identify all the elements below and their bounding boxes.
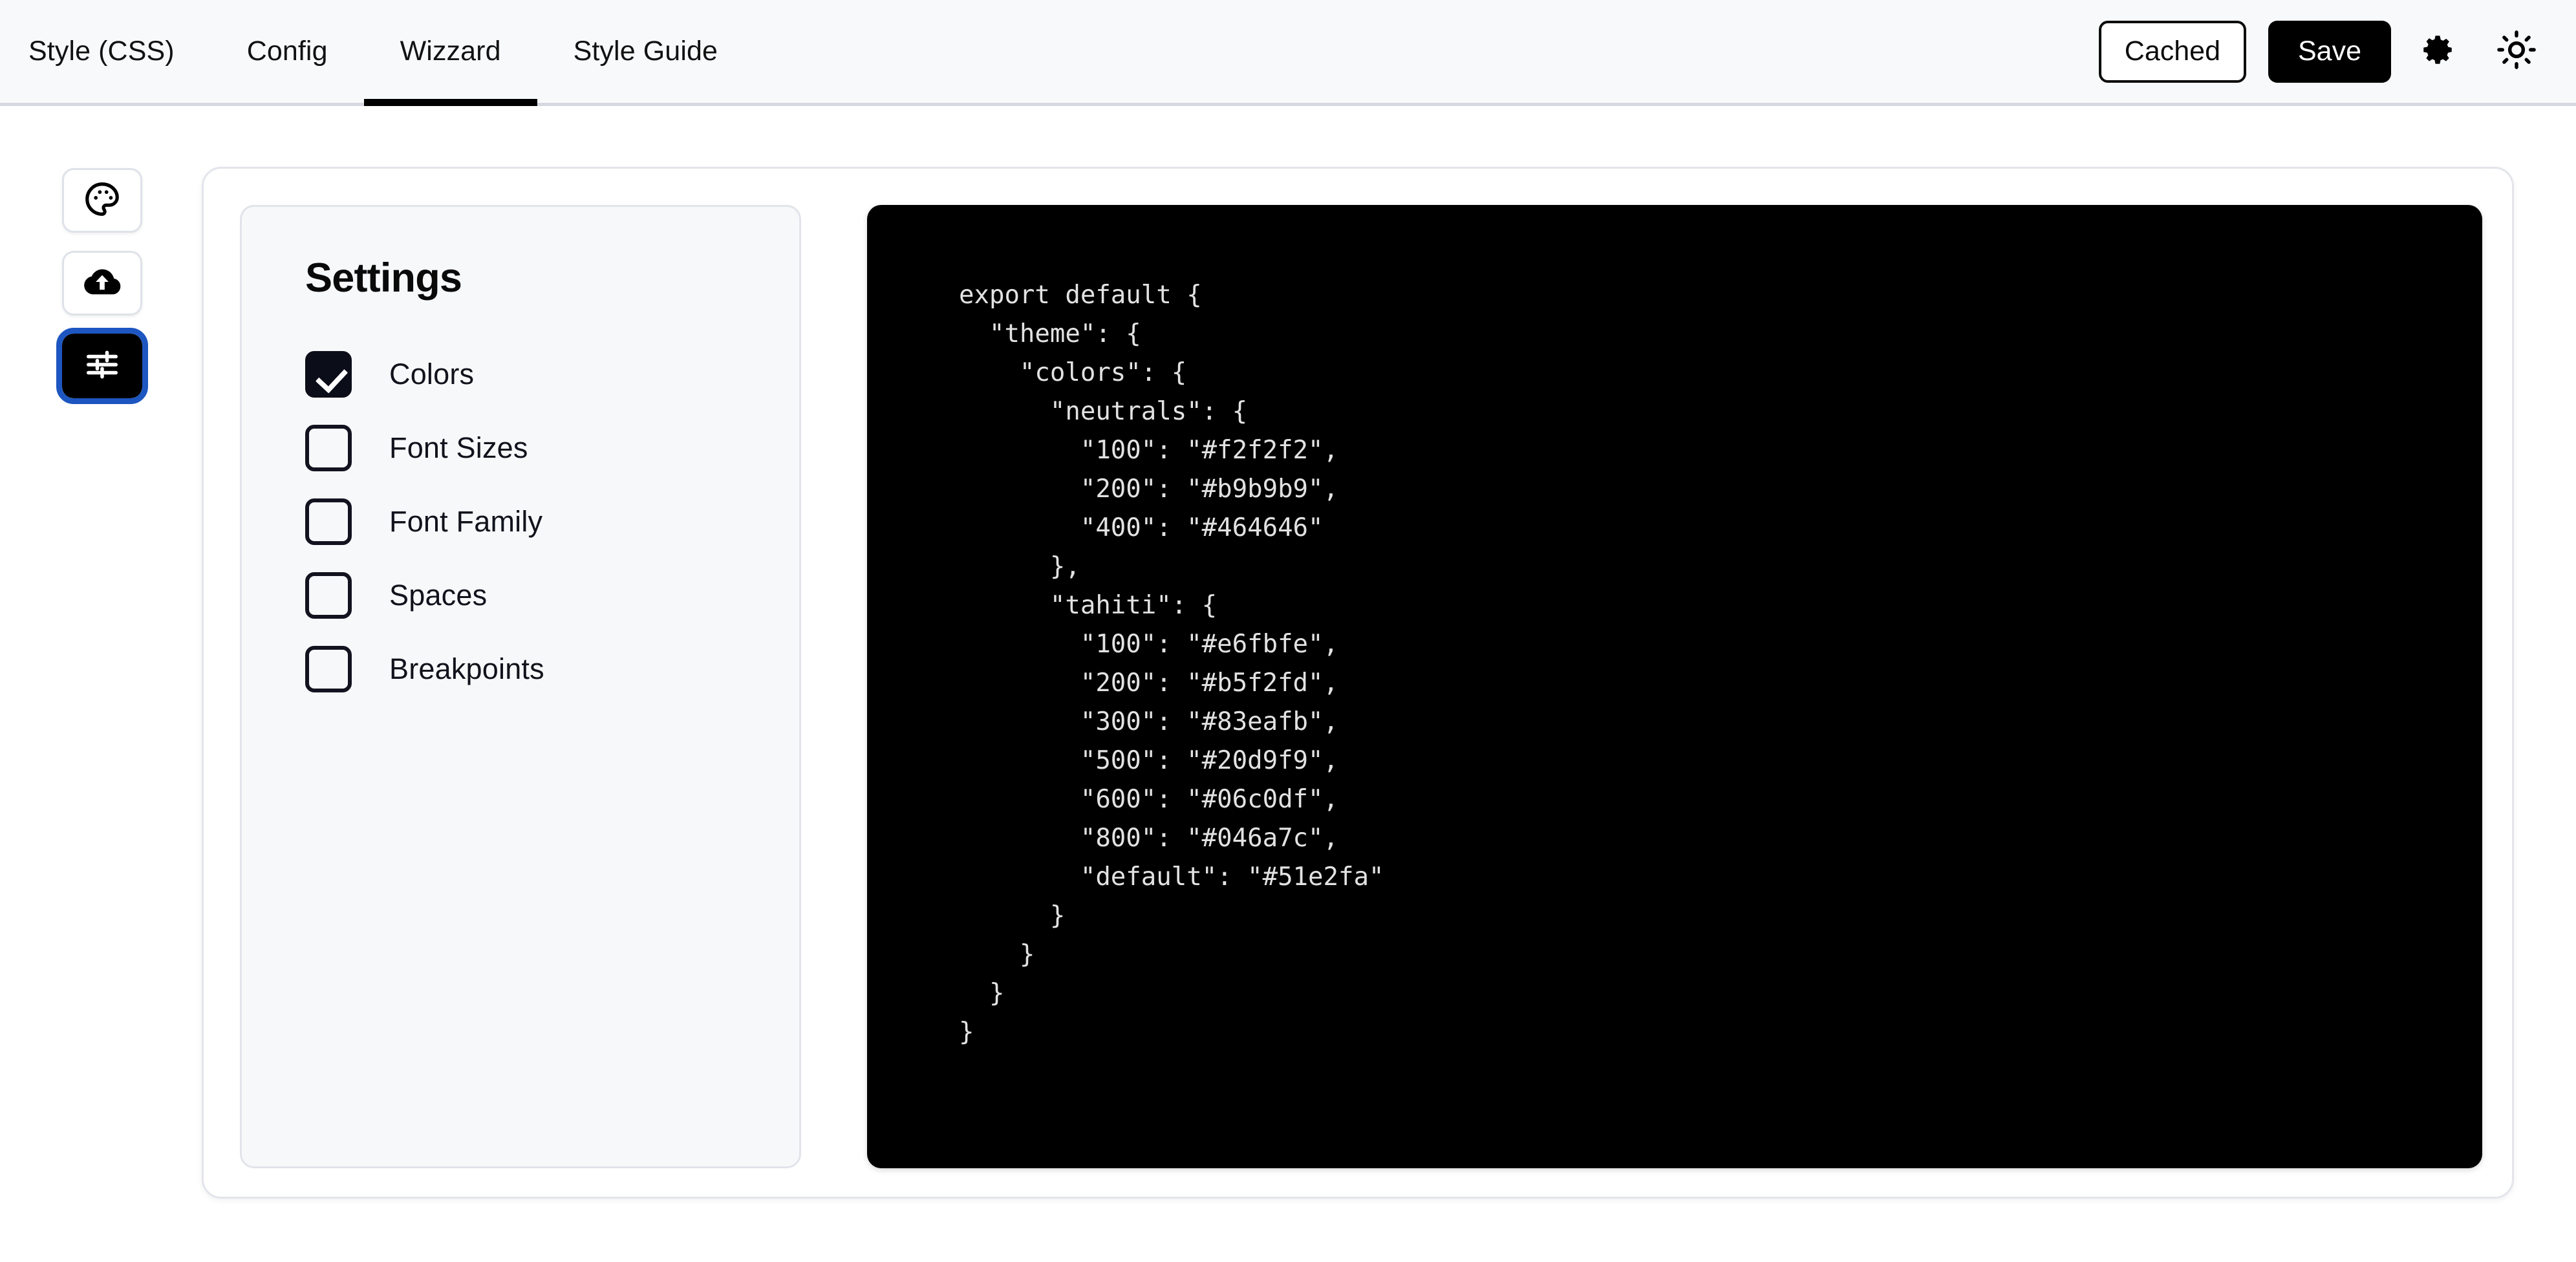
code-preview-panel: export default { "theme": { "colors": { … <box>867 205 2482 1168</box>
tab-label: Style (CSS) <box>28 36 175 67</box>
palette-icon <box>82 179 122 222</box>
rail-button-upload[interactable] <box>62 251 142 316</box>
tab-config[interactable]: Config <box>211 0 364 103</box>
checkbox-label: Breakpoints <box>389 652 544 685</box>
checkbox-breakpoints[interactable] <box>305 646 352 692</box>
checkbox-label: Font Family <box>389 505 543 538</box>
checkbox-label: Font Sizes <box>389 431 528 464</box>
sliders-tune-icon <box>83 345 122 387</box>
tab-wizzard[interactable]: Wizzard <box>363 0 537 106</box>
settings-gear-button[interactable] <box>2405 19 2470 84</box>
sun-brightness-icon <box>2496 30 2537 73</box>
tab-label: Config <box>246 36 328 67</box>
rail-button-colors[interactable] <box>62 168 142 233</box>
checkbox-label: Colors <box>389 358 475 390</box>
left-tool-rail <box>56 168 148 404</box>
save-button[interactable]: Save <box>2268 20 2391 83</box>
rail-button-tune[interactable] <box>56 328 148 404</box>
wizard-content-card: Settings Colors Font Sizes Font Family S… <box>202 167 2514 1199</box>
tab-list: Style (CSS) Config Wizzard Style Guide <box>0 0 754 106</box>
top-navigation-bar: Style (CSS) Config Wizzard Style Guide C… <box>0 0 2576 106</box>
tab-style-css[interactable]: Style (CSS) <box>0 0 211 103</box>
settings-panel: Settings Colors Font Sizes Font Family S… <box>240 205 801 1168</box>
tab-label: Style Guide <box>573 36 718 67</box>
settings-option-list: Colors Font Sizes Font Family Spaces Bre… <box>305 337 799 706</box>
settings-option-spaces[interactable]: Spaces <box>305 559 799 632</box>
cloud-upload-icon <box>81 261 123 306</box>
theme-code-output: export default { "theme": { "colors": { … <box>959 281 1384 1047</box>
checkbox-colors[interactable] <box>305 351 352 398</box>
theme-toggle-button[interactable] <box>2484 19 2549 84</box>
checkbox-font-family[interactable] <box>305 498 352 545</box>
gear-icon <box>2419 31 2456 72</box>
tab-label: Wizzard <box>400 36 501 67</box>
settings-option-colors[interactable]: Colors <box>305 337 799 411</box>
checkbox-label: Spaces <box>389 579 488 612</box>
topbar-actions: Cached Save <box>2098 19 2576 84</box>
checkbox-font-sizes[interactable] <box>305 425 352 471</box>
settings-option-font-sizes[interactable]: Font Sizes <box>305 411 799 485</box>
settings-option-font-family[interactable]: Font Family <box>305 485 799 559</box>
checkbox-spaces[interactable] <box>305 572 352 619</box>
tab-style-guide[interactable]: Style Guide <box>537 0 754 103</box>
cached-button[interactable]: Cached <box>2098 20 2246 83</box>
settings-option-breakpoints[interactable]: Breakpoints <box>305 632 799 706</box>
settings-title: Settings <box>305 255 462 301</box>
